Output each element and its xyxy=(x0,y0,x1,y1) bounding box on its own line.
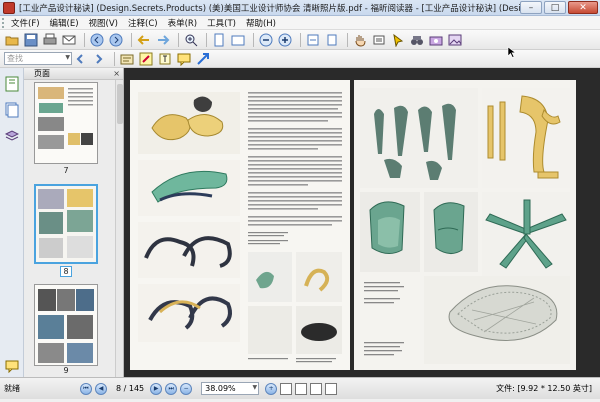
menu-help[interactable]: 帮助(H) xyxy=(241,17,281,29)
toolbar-divider xyxy=(131,32,132,47)
menu-form[interactable]: 表单(R) xyxy=(163,17,203,29)
typewriter-icon[interactable] xyxy=(119,51,135,67)
status-ready: 就绪 xyxy=(4,384,20,393)
previous-page-button[interactable]: ◀ xyxy=(95,382,107,395)
zoom-select[interactable]: 38.09% ▼ xyxy=(201,382,260,395)
fit-page-icon[interactable] xyxy=(211,32,227,48)
page-right-photos xyxy=(360,88,570,364)
thumbnail-scrollbar[interactable] xyxy=(115,80,123,377)
last-page-button[interactable]: ⏭ xyxy=(165,382,178,395)
next-page-icon[interactable] xyxy=(108,32,124,48)
toolbar-divider xyxy=(178,32,179,47)
thumbnail-page-7[interactable] xyxy=(34,82,98,164)
thumbnail-label-9: 9 xyxy=(63,366,69,375)
zoom-out-button[interactable]: − xyxy=(180,382,193,395)
facing-layout-icon[interactable] xyxy=(310,382,323,395)
single-page-layout-icon[interactable] xyxy=(280,382,293,395)
chevron-down-icon[interactable]: ▼ xyxy=(65,54,70,61)
textbox-icon[interactable] xyxy=(157,51,173,67)
thumbnail-title: 页面 xyxy=(34,69,50,78)
zoom-in-button[interactable]: + xyxy=(265,382,278,395)
zoom-out-circle-icon[interactable] xyxy=(258,32,274,48)
image-tool-icon[interactable] xyxy=(447,32,463,48)
document-page-right xyxy=(354,80,576,370)
maximize-button[interactable]: □ xyxy=(544,1,566,14)
select-text-icon[interactable] xyxy=(371,32,387,48)
single-page-icon[interactable] xyxy=(324,32,340,48)
find-binoculars-icon[interactable] xyxy=(409,32,425,48)
menu-tools[interactable]: 工具(T) xyxy=(202,17,241,29)
zoom-in-icon[interactable] xyxy=(183,32,199,48)
chevron-down-icon[interactable]: ▼ xyxy=(253,384,258,391)
document-page-left xyxy=(130,80,350,370)
thumbnail-page-8[interactable] xyxy=(34,184,98,264)
forward-arrow-icon[interactable] xyxy=(155,32,171,48)
zoom-value: 38.09% xyxy=(205,384,236,393)
open-folder-icon[interactable] xyxy=(4,32,20,48)
thumbnail-panel: 页面 × 7 8 9 xyxy=(24,68,124,377)
app-icon[interactable] xyxy=(3,1,15,14)
rotate-icon[interactable] xyxy=(305,32,321,48)
pages-panel-icon[interactable] xyxy=(3,100,21,120)
toolbar-divider xyxy=(347,32,348,47)
fit-width-icon[interactable] xyxy=(230,32,246,48)
first-page-button[interactable]: ⏮ xyxy=(80,382,92,395)
close-button[interactable]: ✕ xyxy=(568,1,598,14)
search-placeholder: 查找 xyxy=(7,54,23,63)
bookmark-panel-icon[interactable] xyxy=(3,74,21,94)
toolbar-divider xyxy=(300,32,301,47)
status-bar: 就绪 ⏮ ◀ 8 / 145 ▶ ⏭ − 38.09% ▼ + 文件: [9.9… xyxy=(0,377,600,399)
close-icon[interactable]: × xyxy=(113,68,120,80)
thumbnail-page-9[interactable] xyxy=(34,284,98,366)
thumbnail-header: 页面 × xyxy=(24,68,123,80)
arrow-tool-icon[interactable] xyxy=(195,51,211,67)
menu-view[interactable]: 视图(V) xyxy=(84,17,123,29)
layers-panel-icon[interactable] xyxy=(3,126,21,146)
search-next-icon[interactable] xyxy=(91,51,107,67)
select-arrow-icon[interactable] xyxy=(390,32,406,48)
save-icon[interactable] xyxy=(23,32,39,48)
scrollbar-thumb[interactable] xyxy=(117,84,123,124)
toolbar-divider xyxy=(84,32,85,47)
menu-edit[interactable]: 编辑(E) xyxy=(45,17,84,29)
side-tab-strip xyxy=(0,68,24,398)
thumbnail-label-7: 7 xyxy=(63,166,69,175)
highlight-icon[interactable] xyxy=(138,51,154,67)
menu-file[interactable]: 文件(F) xyxy=(6,17,45,29)
hand-tool-icon[interactable] xyxy=(352,32,368,48)
comments-panel-icon[interactable] xyxy=(3,356,21,376)
zoom-in-circle-icon[interactable] xyxy=(277,32,293,48)
window-title: [工业产品设计秘诀] (Design.Secrets.Products) (美)… xyxy=(19,3,520,14)
next-page-button[interactable]: ▶ xyxy=(150,382,163,395)
toolbar-divider xyxy=(253,32,254,47)
email-icon[interactable] xyxy=(61,32,77,48)
document-viewer[interactable] xyxy=(124,68,600,377)
search-input[interactable]: 查找 ▼ xyxy=(4,52,72,65)
minimize-button[interactable]: – xyxy=(520,1,542,14)
continuous-facing-layout-icon[interactable] xyxy=(325,382,338,395)
menu-comment[interactable]: 注释(C) xyxy=(123,17,163,29)
toolbar-divider xyxy=(206,32,207,47)
search-prev-icon[interactable] xyxy=(72,51,88,67)
page-left-photos xyxy=(138,92,342,363)
toolbar-divider xyxy=(114,51,115,66)
snapshot-icon[interactable] xyxy=(428,32,444,48)
continuous-layout-icon[interactable] xyxy=(295,382,308,395)
mouse-cursor-icon xyxy=(507,46,517,58)
thumbnail-label-8: 8 xyxy=(60,266,72,277)
title-bar: [工业产品设计秘诀] (Design.Secrets.Products) (美)… xyxy=(0,0,600,16)
document-size: 文件: [9.92 * 12.50 英寸] xyxy=(496,384,592,393)
back-arrow-icon[interactable] xyxy=(136,32,152,48)
first-page-icon[interactable] xyxy=(89,32,105,48)
print-icon[interactable] xyxy=(42,32,58,48)
note-icon[interactable] xyxy=(176,51,192,67)
menu-bar: 文件(F) 编辑(E) 视图(V) 注释(C) 表单(R) 工具(T) 帮助(H… xyxy=(0,16,600,30)
page-number-field[interactable]: 8 / 145 xyxy=(116,384,144,393)
